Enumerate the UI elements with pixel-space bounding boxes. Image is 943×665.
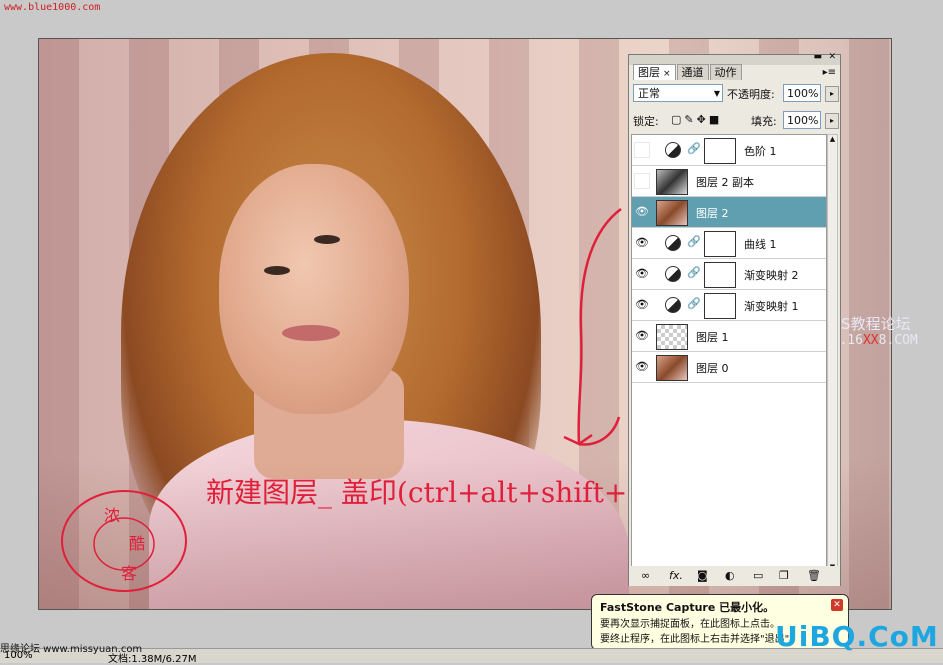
top-watermark: www.blue1000.com	[4, 2, 101, 13]
layer-thumbnail	[656, 200, 688, 226]
adjustment-layer-icon	[665, 266, 681, 282]
layer-name: 曲线 1	[744, 238, 777, 251]
layer-name: 图层 2	[696, 207, 729, 220]
opacity-input[interactable]: 100%	[783, 84, 821, 102]
lock-all-icon[interactable]: ■	[709, 113, 722, 126]
layer-name: 图层 2 副本	[696, 176, 754, 189]
layer-mask-thumbnail[interactable]	[704, 293, 736, 319]
popup-title: FastStone Capture 已最小化。	[600, 601, 775, 614]
opacity-label: 不透明度:	[727, 88, 775, 101]
red-seal-stamp: 浓 酷 客	[61, 490, 187, 592]
layer-name: 图层 1	[696, 331, 729, 344]
panel-tabs: 图层 × 通道 动作	[633, 64, 743, 80]
layer-thumbnail	[656, 355, 688, 381]
svg-text:浓: 浓	[104, 506, 120, 525]
layer-row-selected[interactable]: 👁 图层 2	[632, 197, 826, 228]
svg-text:酷: 酷	[129, 534, 145, 553]
tab-close-icon[interactable]: ×	[663, 69, 671, 79]
eye-icon[interactable]: 👁	[634, 359, 650, 375]
panel-menu-icon[interactable]: ▸≡	[823, 67, 836, 78]
visibility-toggle[interactable]	[634, 173, 650, 189]
tab-channels[interactable]: 通道	[676, 64, 709, 80]
layer-name: 渐变映射 1	[744, 300, 799, 313]
panel-minimize-icon[interactable]: ▬	[813, 52, 822, 62]
panel-close-icon[interactable]: ✕	[828, 52, 836, 62]
chain-link-icon[interactable]: 🔗	[687, 297, 701, 310]
trash-icon[interactable]: 🗑	[807, 569, 821, 582]
add-mask-icon[interactable]: ◙	[697, 569, 708, 582]
opacity-arrow-icon[interactable]: ▸	[825, 86, 839, 102]
new-adjustment-icon[interactable]: ◐	[725, 569, 735, 582]
tab-actions[interactable]: 动作	[709, 64, 742, 80]
layers-panel: ▬ ✕ 图层 × 通道 动作 ▸≡ 正常 ▼ 不透明度: 100% ▸ 锁定: ▢✎…	[628, 52, 841, 586]
new-group-icon[interactable]: ▭	[753, 569, 763, 582]
layer-row[interactable]: 👁 🔗 曲线 1	[632, 228, 826, 259]
fill-input[interactable]: 100%	[783, 111, 821, 129]
visibility-toggle[interactable]	[634, 142, 650, 158]
lock-move-icon[interactable]: ✥	[697, 113, 709, 126]
layer-thumbnail	[656, 324, 688, 350]
fill-arrow-icon[interactable]: ▸	[825, 113, 839, 129]
layer-thumbnail	[656, 169, 688, 195]
new-layer-icon[interactable]: ❐	[779, 569, 789, 582]
layer-row[interactable]: 🔗 色阶 1	[632, 135, 826, 166]
layer-row[interactable]: 图层 2 副本	[632, 166, 826, 197]
layer-row[interactable]: 👁 🔗 渐变映射 1	[632, 290, 826, 321]
layer-row[interactable]: 👁 图层 1	[632, 321, 826, 352]
bottom-watermark: 思缘论坛 www.missyuan.com	[0, 644, 143, 655]
lock-label: 锁定:	[633, 115, 659, 128]
adjustment-layer-icon	[665, 142, 681, 158]
layer-name: 色阶 1	[744, 145, 777, 158]
panel-bottom-toolbar: ∞ fx. ◙ ◐ ▭ ❐ 🗑	[629, 566, 840, 586]
layer-mask-thumbnail[interactable]	[704, 262, 736, 288]
chevron-down-icon: ▼	[713, 89, 720, 98]
scroll-up-icon[interactable]: ▲	[828, 135, 837, 145]
layer-mask-thumbnail[interactable]	[704, 231, 736, 257]
layer-name: 渐变映射 2	[744, 269, 799, 282]
fx-icon[interactable]: fx.	[669, 569, 683, 582]
chain-link-icon[interactable]: 🔗	[687, 142, 701, 155]
close-icon[interactable]: ✕	[831, 599, 843, 611]
lock-brush-icon[interactable]: ✎	[684, 113, 696, 126]
annotation-text: 新建图层_ 盖印(ctrl+alt+shift+e)	[206, 476, 655, 509]
link-layers-icon[interactable]: ∞	[641, 569, 650, 582]
site-logo: UiBQ.CoM	[775, 620, 939, 653]
layer-mask-thumbnail[interactable]	[704, 138, 736, 164]
ps-watermark-title: PS教程论坛	[832, 315, 911, 333]
chain-link-icon[interactable]: 🔗	[687, 235, 701, 248]
chain-link-icon[interactable]: 🔗	[687, 266, 701, 279]
layer-row[interactable]: 👁 图层 0	[632, 352, 826, 383]
eye-icon[interactable]: 👁	[634, 266, 650, 282]
lock-transparent-icon[interactable]: ▢	[671, 113, 684, 126]
eye-icon[interactable]: 👁	[634, 297, 650, 313]
lock-options[interactable]: ▢✎✥■	[671, 113, 722, 126]
fill-label: 填充:	[751, 115, 777, 128]
layers-scrollbar[interactable]: ▲ ▼	[827, 134, 838, 574]
adjustment-layer-icon	[665, 235, 681, 251]
eye-icon[interactable]: 👁	[634, 235, 650, 251]
blend-mode-select[interactable]: 正常 ▼	[633, 84, 723, 102]
layer-row[interactable]: 👁 🔗 渐变映射 2	[632, 259, 826, 290]
layers-list: 🔗 色阶 1 图层 2 副本 👁 图层 2 👁 🔗 曲线 1 👁 🔗 渐变映射 …	[631, 134, 827, 574]
tab-layers[interactable]: 图层 ×	[633, 64, 676, 80]
layer-name: 图层 0	[696, 362, 729, 375]
eye-icon[interactable]: 👁	[634, 328, 650, 344]
adjustment-layer-icon	[665, 297, 681, 313]
eye-icon[interactable]: 👁	[634, 204, 650, 220]
svg-text:客: 客	[121, 564, 137, 583]
